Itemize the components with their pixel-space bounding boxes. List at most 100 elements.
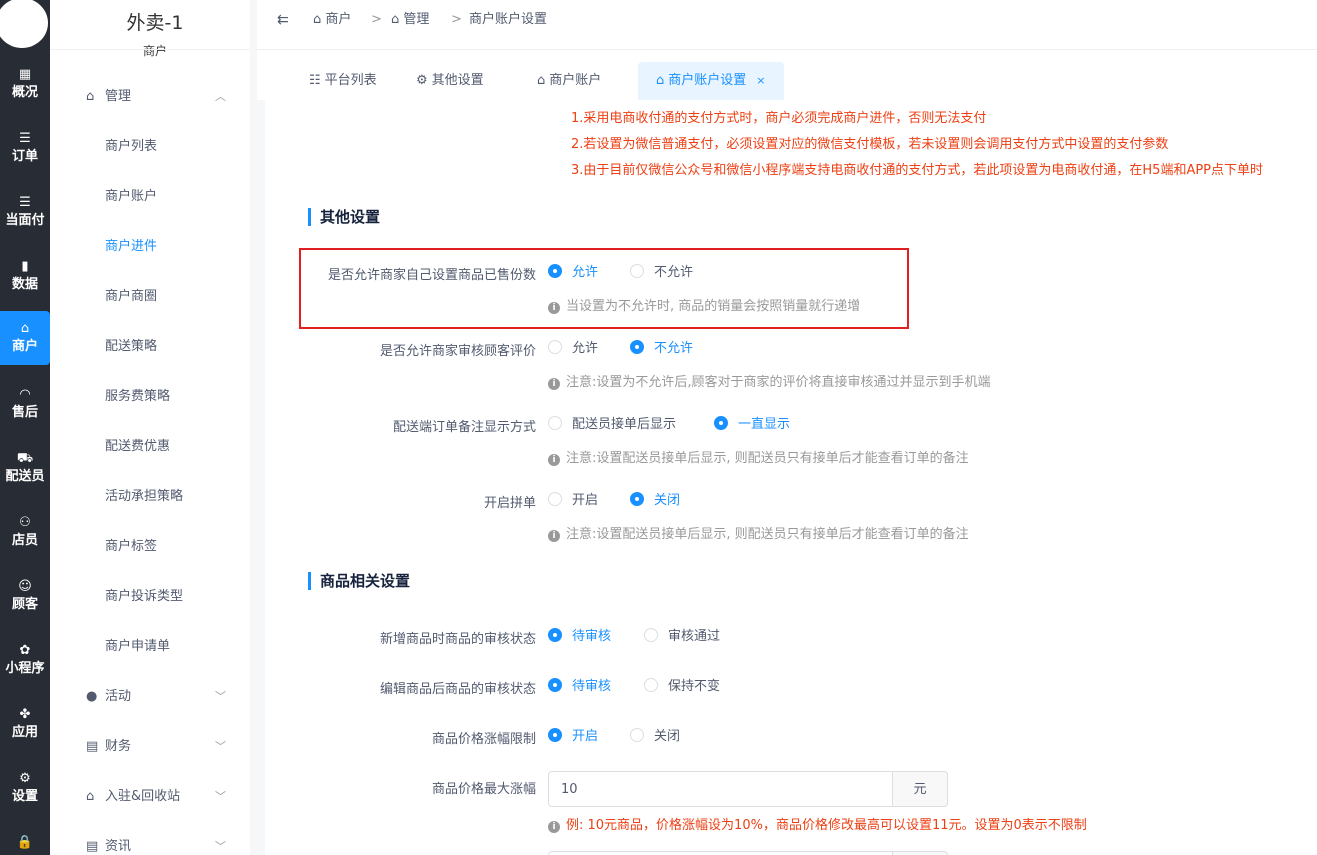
menu-group-news[interactable]: ▤ 资讯 ﹀ bbox=[50, 832, 250, 855]
app-title: 外卖-1 bbox=[126, 12, 184, 34]
wechat-icon: ✿ bbox=[19, 643, 31, 658]
lock-icon: 🔒 bbox=[16, 835, 34, 850]
rail-item-apps[interactable]: ✤ 应用 bbox=[0, 697, 50, 751]
list-icon: ☷ bbox=[309, 73, 321, 88]
max-rise-input-group: 元 bbox=[548, 771, 948, 807]
menu-item-merchant-applications[interactable]: 商户申请单 bbox=[105, 632, 170, 662]
tab-merchant-account-settings[interactable]: ⌂ 商户账户设置 × bbox=[638, 62, 784, 100]
setting-help: i 例: 10元商品，价格涨幅设为10%，商品价格修改最高可以设置11元。设置为0… bbox=[548, 814, 1087, 833]
radio-dot bbox=[630, 492, 644, 506]
unit-addon: 元 bbox=[892, 771, 948, 807]
radio-disallow-review-audit[interactable]: 不允许 bbox=[630, 339, 693, 359]
menu-item-service-fee-policy[interactable]: 服务费策略 bbox=[105, 382, 170, 412]
radio-dot bbox=[644, 628, 658, 642]
setting-label: 是否允许商家审核顾客评价 bbox=[379, 344, 536, 359]
radio-dot bbox=[714, 416, 728, 430]
menu-group-activity[interactable]: ● 活动 ﹀ bbox=[50, 682, 250, 712]
next-input-group bbox=[548, 851, 948, 855]
info-icon: i bbox=[548, 378, 560, 390]
rail-item-data[interactable]: ▮ 数据 bbox=[0, 249, 50, 303]
rail-item-lock[interactable]: 🔒 bbox=[0, 825, 50, 855]
next-input[interactable] bbox=[548, 851, 893, 855]
setting-label: 配送端订单备注显示方式 bbox=[392, 420, 536, 435]
menu-item-delivery-policy[interactable]: 配送策略 bbox=[105, 332, 157, 362]
apps-icon: ✤ bbox=[19, 707, 31, 722]
info-icon: i bbox=[548, 530, 560, 542]
user-circle-icon: ● bbox=[86, 689, 98, 704]
radio-new-goods-approved[interactable]: 审核通过 bbox=[644, 627, 720, 647]
menu-item-merchant-list[interactable]: 商户列表 bbox=[105, 132, 157, 162]
rail-item-overview[interactable]: ▦ 概况 bbox=[0, 57, 50, 111]
setting-label: 新增商品时商品的审核状态 bbox=[379, 632, 536, 647]
rail-item-customer[interactable]: ☺ 顾客 bbox=[0, 569, 50, 623]
breadcrumb-merchant[interactable]: ⌂ 商户 bbox=[313, 0, 351, 40]
grid-icon: ▦ bbox=[18, 67, 32, 82]
close-icon[interactable]: × bbox=[756, 74, 765, 87]
radio-dot bbox=[548, 416, 562, 430]
max-rise-input[interactable] bbox=[548, 771, 893, 807]
rail-item-merchant[interactable]: ⌂ 商户 bbox=[0, 311, 50, 365]
tab-platform-list[interactable]: ☷ 平台列表 bbox=[291, 62, 395, 100]
setting-label: 商品价格最大涨幅 bbox=[431, 782, 536, 797]
menu-item-activity-cost-policy[interactable]: 活动承担策略 bbox=[105, 482, 183, 512]
radio-allow-sold-count[interactable]: 允许 bbox=[548, 263, 598, 283]
rail-item-orders[interactable]: ☰ 订单 bbox=[0, 121, 50, 175]
radio-price-limit-on[interactable]: 开启 bbox=[548, 727, 598, 747]
radio-new-goods-pending[interactable]: 待审核 bbox=[548, 627, 611, 647]
rail-item-miniapp[interactable]: ✿ 小程序 bbox=[0, 633, 50, 687]
radio-dot bbox=[630, 340, 644, 354]
user-gear-icon: ⚙ bbox=[416, 73, 428, 88]
tab-merchant-account[interactable]: ⌂ 商户账户 bbox=[519, 62, 619, 100]
radio-group-order-off[interactable]: 关闭 bbox=[630, 491, 680, 511]
radio-allow-review-audit[interactable]: 允许 bbox=[548, 339, 598, 359]
chevron-down-icon: ﹀ bbox=[215, 740, 226, 753]
info-icon: i bbox=[548, 821, 560, 833]
setting-help: i 注意:设置配送员接单后显示, 则配送员只有接单后才能查看订单的备注 bbox=[548, 447, 969, 466]
rail-item-courier[interactable]: ⛟ 配送员 bbox=[0, 441, 50, 495]
bar-chart-icon: ▮ bbox=[21, 259, 29, 274]
main-nav-rail: ▦ 概况 ☰ 订单 ☰ 当面付 ▮ 数据 ⌂ 商户 ◠ 售后 ⛟ 配送员 ⚇ 店… bbox=[0, 0, 50, 855]
chevron-down-icon: ﹀ bbox=[215, 840, 226, 853]
list-icon: ☰ bbox=[19, 195, 31, 210]
store-icon: ⌂ bbox=[86, 89, 95, 104]
menu-item-delivery-fee-discount[interactable]: 配送费优惠 bbox=[105, 432, 170, 462]
info-icon: i bbox=[548, 454, 560, 466]
menu-item-merchant-onboarding[interactable]: 商户进件 bbox=[105, 232, 157, 262]
store-icon: ⌂ bbox=[20, 321, 30, 336]
breadcrumb-manage[interactable]: ⌂ 管理 bbox=[391, 0, 429, 40]
menu-group-manage[interactable]: ⌂ 管理 ︿ bbox=[50, 82, 250, 112]
tab-other-settings[interactable]: ⚙ 其他设置 bbox=[398, 62, 502, 100]
radio-edit-goods-unchanged[interactable]: 保持不变 bbox=[644, 677, 720, 697]
truck-icon: ⛟ bbox=[16, 451, 34, 466]
rail-item-clerk[interactable]: ⚇ 店员 bbox=[0, 505, 50, 559]
notice-line: 1.采用电商收付通的支付方式时，商户必须完成商户进件，否则无法支付 bbox=[571, 111, 987, 126]
radio-dot bbox=[548, 264, 562, 278]
radio-remark-after-accept[interactable]: 配送员接单后显示 bbox=[548, 415, 676, 435]
menu-group-finance[interactable]: ▤ 财务 ﹀ bbox=[50, 732, 250, 762]
collapse-menu-icon[interactable]: ⇇ bbox=[277, 12, 289, 28]
setting-label: 商品价格涨幅限制 bbox=[431, 732, 536, 747]
chevron-up-icon: ︿ bbox=[215, 90, 226, 103]
menu-item-merchant-account[interactable]: 商户账户 bbox=[105, 182, 157, 212]
rail-item-settings[interactable]: ⚙ 设置 bbox=[0, 761, 50, 815]
radio-disallow-sold-count[interactable]: 不允许 bbox=[630, 263, 693, 283]
setting-label: 是否允许商家自己设置商品已售份数 bbox=[327, 268, 536, 283]
radio-dot bbox=[548, 728, 562, 742]
setting-label: 开启拼单 bbox=[483, 496, 536, 511]
rail-item-aftersale[interactable]: ◠ 售后 bbox=[0, 377, 50, 431]
rail-item-face-pay[interactable]: ☰ 当面付 bbox=[0, 185, 50, 239]
menu-item-complaint-types[interactable]: 商户投诉类型 bbox=[105, 582, 183, 612]
radio-remark-always[interactable]: 一直显示 bbox=[714, 415, 790, 435]
settings-content: 1.采用电商收付通的支付方式时，商户必须完成商户进件，否则无法支付 2.若设置为… bbox=[265, 100, 1317, 855]
store-icon: ⌂ bbox=[656, 73, 665, 88]
radio-group-order-on[interactable]: 开启 bbox=[548, 491, 598, 511]
radio-price-limit-off[interactable]: 关闭 bbox=[630, 727, 680, 747]
menu-item-merchant-tags[interactable]: 商户标签 bbox=[105, 532, 157, 562]
menu-item-business-circle[interactable]: 商户商圈 bbox=[105, 282, 157, 312]
section-title-goods: 商品相关设置 bbox=[308, 572, 410, 590]
user-circle-icon: ☺ bbox=[18, 579, 32, 594]
menu-group-onboard-recycle[interactable]: ⌂ 入驻&回收站 ﹀ bbox=[50, 782, 250, 812]
finance-icon: ▤ bbox=[86, 739, 99, 754]
list-icon: ☰ bbox=[19, 131, 31, 146]
radio-edit-goods-pending[interactable]: 待审核 bbox=[548, 677, 611, 697]
